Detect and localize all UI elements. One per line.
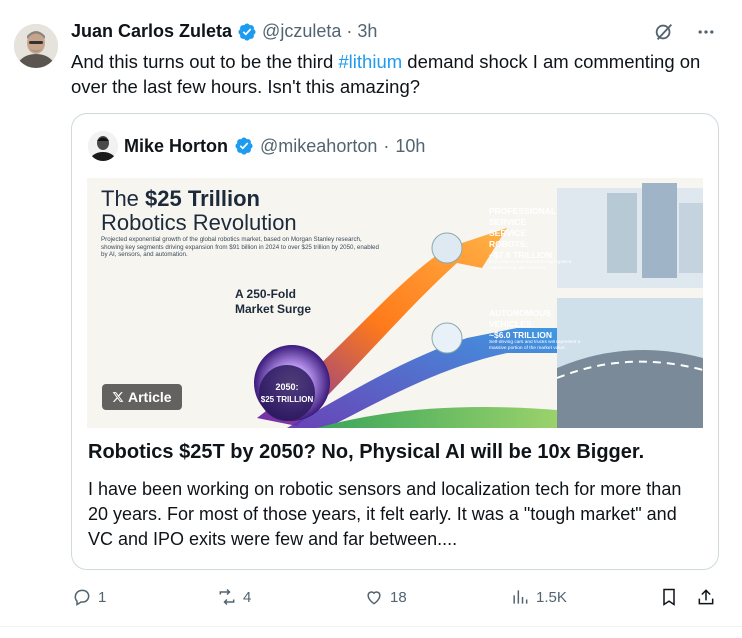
hashtag-link[interactable]: #lithium: [338, 51, 402, 72]
separator-dot: ·: [383, 135, 390, 156]
bookmark-icon: [663, 588, 675, 606]
tweet-actions-bar: 1 4 18 1.5K: [72, 587, 722, 613]
tweet-text: And this turns out to be the third #lith…: [71, 49, 726, 99]
image-subtitle: Projected exponential growth of the glob…: [101, 236, 379, 258]
verified-badge-icon: [234, 136, 254, 156]
image-badge-line1: 2050:: [275, 382, 298, 392]
reply-icon: [74, 589, 90, 606]
tweet-top-actions: [652, 20, 718, 44]
image-surge-line2: Market Surge: [235, 302, 311, 316]
image-surge-line1: A 250-Fold: [235, 287, 296, 301]
x-logo-icon: [112, 392, 124, 402]
image-seg1-line4: ROBOTS:: [489, 239, 528, 249]
quoted-author-handle[interactable]: @mikeahorton: [260, 136, 377, 157]
tweet-header: Juan Carlos Zuleta @jczuleta · 3h: [71, 21, 377, 42]
tweet-divider: [0, 626, 742, 627]
views-icon: [513, 590, 528, 604]
article-title[interactable]: Robotics $25T by 2050? No, Physical AI w…: [88, 441, 708, 464]
article-badge: Article: [102, 384, 182, 410]
quoted-tweet-card[interactable]: Mike Horton @mikeahorton · 10h 2050: $25…: [71, 113, 719, 570]
image-seg1-value: ~$7.5 TRILLION: [489, 250, 552, 260]
author-handle[interactable]: @jczuleta: [262, 21, 341, 42]
views-button[interactable]: 1.5K: [510, 587, 567, 607]
image-seg2-value: ~$6.0 TRILLION: [489, 330, 552, 340]
grok-icon[interactable]: [652, 20, 676, 44]
image-seg1-line3: SERVICE: [489, 228, 526, 238]
image-seg2-line2: VEHICLES:: [489, 319, 535, 329]
image-title-line1: The $25 Trillion: [101, 186, 260, 211]
tweet-timestamp[interactable]: 3h: [357, 21, 377, 42]
tweet-text-before: And this turns out to be the third: [71, 51, 339, 72]
tweet[interactable]: Juan Carlos Zuleta @jczuleta · 3h And th…: [0, 0, 742, 638]
quoted-tweet-header: Mike Horton @mikeahorton · 10h: [88, 131, 425, 161]
quoted-author-name[interactable]: Mike Horton: [124, 136, 228, 157]
views-count: 1.5K: [536, 588, 567, 606]
like-button[interactable]: 18: [364, 587, 407, 607]
repost-button[interactable]: 4: [217, 587, 251, 607]
image-seg1-line2: SERVICE: [489, 217, 526, 227]
more-icon[interactable]: [694, 20, 718, 44]
image-seg2-line1: AUTONOMOUS: [489, 308, 552, 318]
reply-button[interactable]: 1: [72, 587, 106, 607]
separator-dot: ·: [346, 21, 353, 41]
like-count: 18: [390, 588, 407, 606]
share-icon: [698, 589, 714, 605]
image-seg1-note: Expected to lead transforming logistics,…: [489, 260, 573, 271]
like-icon: [367, 591, 381, 605]
repost-count: 4: [243, 588, 252, 606]
image-badge-line2: $25 TRILLION: [261, 395, 314, 404]
share-button[interactable]: [696, 587, 716, 607]
image-title-pre: The: [101, 186, 145, 211]
image-seg2-note: Self-driving cars and trucks will repres…: [489, 340, 581, 351]
verified-badge-icon: [237, 22, 257, 42]
author-name[interactable]: Juan Carlos Zuleta: [71, 21, 232, 42]
repost-icon: [219, 588, 235, 606]
article-badge-label: Article: [128, 389, 172, 405]
author-avatar[interactable]: [14, 24, 58, 68]
reply-count: 1: [98, 588, 107, 606]
quoted-author-avatar[interactable]: [88, 131, 118, 161]
image-title-bold: $25 Trillion: [145, 186, 260, 211]
quoted-timestamp[interactable]: 10h: [395, 136, 425, 157]
image-title-line2: Robotics Revolution: [101, 210, 297, 235]
image-seg1-line1: PROFESSIONAL: [489, 206, 556, 216]
article-excerpt: I have been working on robotic sensors a…: [88, 479, 682, 549]
bookmark-button[interactable]: [659, 587, 679, 607]
